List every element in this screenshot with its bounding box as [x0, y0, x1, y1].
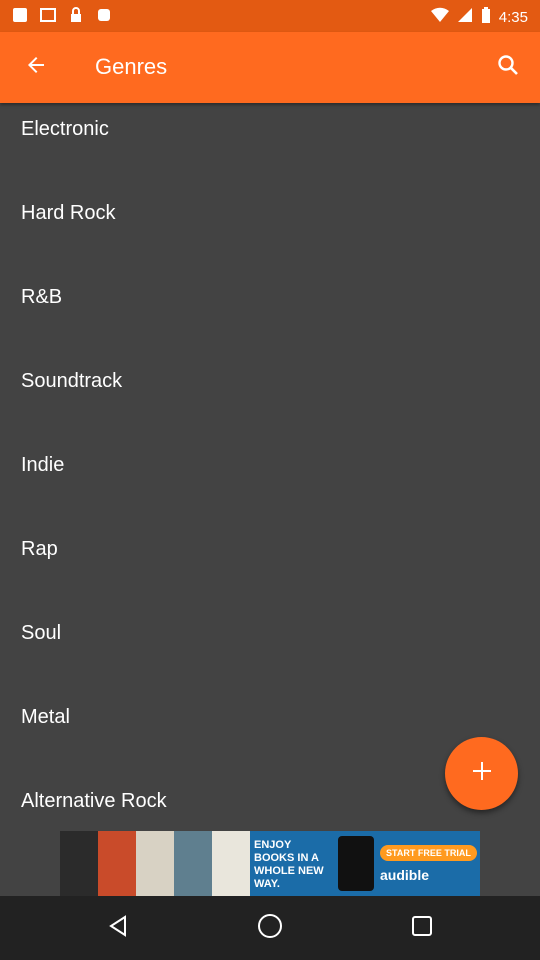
battery-icon	[481, 7, 491, 27]
genre-label: Soundtrack	[21, 370, 123, 392]
genre-item[interactable]: R&B	[0, 272, 540, 356]
genre-label: Indie	[21, 454, 65, 476]
image-icon	[40, 7, 56, 23]
circle-home-icon	[257, 913, 283, 944]
status-icons	[12, 7, 112, 23]
genre-item[interactable]: Rap	[0, 524, 540, 608]
page-title: Genres	[95, 54, 168, 79]
add-button[interactable]	[445, 737, 518, 810]
ad-book-covers	[60, 831, 250, 896]
lock-icon	[68, 7, 84, 23]
arrow-back-icon	[26, 55, 46, 80]
status-bar: 4:35	[0, 0, 540, 32]
genre-label: Metal	[21, 706, 70, 728]
ad-banner[interactable]: ENJOY BOOKS IN A WHOLE NEW WAY. START FR…	[60, 831, 480, 896]
triangle-back-icon	[107, 914, 129, 943]
signal-icon	[457, 7, 473, 27]
status-right: 4:35	[430, 7, 528, 27]
nav-recents-button[interactable]	[402, 908, 442, 948]
genre-label: Hard Rock	[21, 202, 116, 224]
genre-item[interactable]: Indie	[0, 440, 540, 524]
genre-label: Soul	[21, 622, 62, 644]
ad-phone-image	[338, 836, 374, 891]
genre-item[interactable]: Soul	[0, 608, 540, 692]
genre-item[interactable]: Electronic	[0, 104, 540, 188]
nav-back-button[interactable]	[98, 908, 138, 948]
genre-label: Alternative Rock	[21, 790, 167, 812]
search-icon	[497, 54, 519, 81]
app-bar: Genres	[0, 32, 540, 103]
genre-item[interactable]: Hard Rock	[0, 188, 540, 272]
ad-brand-logo: audible	[380, 866, 430, 883]
genre-item[interactable]: Soundtrack	[0, 356, 540, 440]
plus-icon	[472, 761, 492, 786]
ad-text: ENJOY BOOKS IN A WHOLE NEW WAY.	[254, 839, 324, 890]
app-icon	[96, 7, 112, 23]
search-button[interactable]	[488, 47, 528, 87]
notification-icon	[12, 7, 28, 23]
genre-label: Rap	[21, 538, 58, 560]
status-time: 4:35	[498, 8, 528, 26]
square-recents-icon	[411, 915, 433, 942]
ad-cta-button[interactable]: START FREE TRIAL	[380, 844, 477, 861]
genre-label: Electronic	[21, 118, 109, 140]
back-button[interactable]	[16, 47, 56, 87]
nav-home-button[interactable]	[250, 908, 290, 948]
navigation-bar	[0, 896, 540, 960]
genre-label: R&B	[21, 286, 63, 308]
wifi-icon	[430, 7, 449, 27]
